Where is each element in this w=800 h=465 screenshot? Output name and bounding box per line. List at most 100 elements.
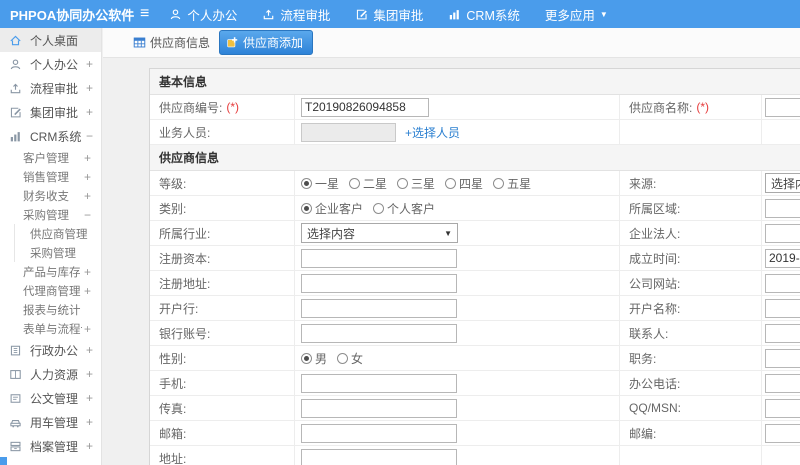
sidebar-item-6[interactable]: 人力资源 + xyxy=(0,362,101,386)
sidebar-item-2[interactable]: 流程审批 + xyxy=(0,76,101,100)
expand-toggle[interactable]: + xyxy=(84,81,93,95)
sidebar-subitem-4-0[interactable]: 客户管理 + xyxy=(0,148,101,167)
expand-toggle[interactable]: + xyxy=(82,151,91,165)
nav-item-edit[interactable]: 集团审批 xyxy=(355,5,423,24)
field-input-left-1-9[interactable] xyxy=(301,398,457,418)
field-label: 办公电话: xyxy=(620,371,762,395)
expand-toggle[interactable]: + xyxy=(84,415,93,429)
form-row: 注册地址: 公司网站: xyxy=(150,271,800,296)
field-label-text: 类别: xyxy=(159,201,187,216)
top-bar: PHPOA协同办公软件 ≡ 个人办公 流程审批 集团审批 CRM系统 更多应用 ▼ xyxy=(0,0,800,28)
radio-option[interactable]: 五星 xyxy=(493,175,531,192)
expand-toggle[interactable]: + xyxy=(84,105,93,119)
expand-toggle[interactable]: + xyxy=(82,265,91,279)
nav-item-more[interactable]: 更多应用 ▼ xyxy=(545,5,608,24)
nav-item-label: 流程审批 xyxy=(280,8,331,23)
tab-1[interactable]: 供应商添加 xyxy=(219,30,314,55)
sidebar-subitem-4-7[interactable]: 表单与流程设置+ xyxy=(0,319,101,338)
radio-option[interactable]: 男 xyxy=(301,350,327,367)
field-input-left-1-5[interactable] xyxy=(301,298,457,318)
field-input-left-0-1[interactable] xyxy=(301,122,396,142)
sidebar-subitem-4-2[interactable]: 财务收支 + xyxy=(0,186,101,205)
sidebar-item-label: 行政办公 xyxy=(30,343,79,358)
sidebar-item-label: 人力资源 xyxy=(30,367,79,382)
field-input-right-1-8[interactable] xyxy=(765,373,800,393)
select-person-link[interactable]: +选择人员 xyxy=(405,124,460,141)
sidebar-item-3[interactable]: 集团审批 + xyxy=(0,100,101,124)
field-input-left-1-3[interactable] xyxy=(301,248,457,268)
sidebar-subitem-4-4[interactable]: 产品与库存 + xyxy=(0,262,101,281)
expand-toggle[interactable]: + xyxy=(84,439,93,453)
app-logo: PHPOA协同办公软件 xyxy=(10,7,135,23)
radio-label: 一星 xyxy=(315,176,340,191)
hamburger-menu-icon[interactable]: ≡ xyxy=(140,6,149,22)
expand-toggle[interactable]: + xyxy=(82,322,91,336)
form-row: 手机: 办公电话: xyxy=(150,371,800,396)
sidebar-item-4[interactable]: CRM系统 − xyxy=(0,124,101,148)
field-input-right-1-9[interactable] xyxy=(765,398,800,418)
car-icon xyxy=(9,416,23,429)
field-label: 类别: xyxy=(150,196,295,220)
expand-toggle[interactable]: + xyxy=(84,367,93,381)
field-input-left-0-0[interactable] xyxy=(301,97,429,117)
field-input-left-1-8[interactable] xyxy=(301,373,457,393)
sidebar-item-5[interactable]: 行政办公 + xyxy=(0,338,101,362)
sidebar-subitem-4-3[interactable]: 采购管理 − xyxy=(0,205,101,224)
nav-item-chart[interactable]: CRM系统 xyxy=(448,5,520,24)
tab-0[interactable]: 供应商信息 xyxy=(133,34,210,51)
field-input-right-1-5[interactable] xyxy=(765,298,800,318)
expand-toggle[interactable]: + xyxy=(82,284,91,298)
building-icon xyxy=(9,344,23,357)
expand-toggle[interactable]: − xyxy=(84,129,93,143)
radio-dot xyxy=(493,177,505,189)
radio-option[interactable]: 一星 xyxy=(301,175,339,192)
field-input-right-1-7[interactable] xyxy=(765,348,800,368)
sidebar-item-label: 财务收支 xyxy=(23,190,69,203)
field-input-right-0-0[interactable] xyxy=(765,97,800,117)
nav-item-user[interactable]: 个人办公 xyxy=(169,5,237,24)
expand-toggle[interactable]: + xyxy=(82,189,91,203)
radio-option[interactable]: 企业客户 xyxy=(301,200,363,217)
field-input-left-1-11[interactable] xyxy=(301,448,457,465)
sidebar-item-9[interactable]: 档案管理 + xyxy=(0,434,101,458)
field-label-text: 办公电话: xyxy=(629,376,681,391)
select-value: 选择内容 xyxy=(307,226,356,241)
sidebar-subsubitem-3-0[interactable]: 供应商管理 xyxy=(15,224,101,243)
field-input-left-1-10[interactable] xyxy=(301,423,457,443)
field-label-text: 公司网站: xyxy=(629,276,681,291)
field-input-right-1-2[interactable] xyxy=(765,223,800,243)
field-input-right-1-1[interactable] xyxy=(765,198,800,218)
field-input-left-1-4[interactable] xyxy=(301,273,457,293)
expand-toggle[interactable]: − xyxy=(82,208,91,222)
select-right-1-0[interactable]: 选择内容▼ xyxy=(765,173,800,193)
radio-option[interactable]: 女 xyxy=(337,350,363,367)
field-input-right-1-3[interactable] xyxy=(765,248,800,268)
sidebar-subsubitem-3-1[interactable]: 采购管理 xyxy=(15,243,101,262)
nav-item-upload[interactable]: 流程审批 xyxy=(262,5,330,24)
field-input-left-1-6[interactable] xyxy=(301,323,457,343)
sidebar-subitem-4-1[interactable]: 销售管理 + xyxy=(0,167,101,186)
edit-icon xyxy=(355,8,368,21)
radio-option[interactable]: 三星 xyxy=(397,175,435,192)
expand-toggle[interactable]: + xyxy=(82,170,91,184)
sidebar-item-8[interactable]: 用车管理 + xyxy=(0,410,101,434)
select-left-1-2[interactable]: 选择内容 ▼ xyxy=(301,223,458,243)
radio-option[interactable]: 个人客户 xyxy=(373,200,435,217)
expand-toggle[interactable]: + xyxy=(84,391,93,405)
radio-option[interactable]: 四星 xyxy=(445,175,483,192)
sidebar-item-label: 代理商管理 xyxy=(23,285,81,298)
sidebar-item-0[interactable]: 个人桌面 xyxy=(0,28,101,52)
sidebar-subitem-4-6[interactable]: 报表与统计 xyxy=(0,300,101,319)
field-input-right-1-4[interactable] xyxy=(765,273,800,293)
expand-toggle[interactable]: + xyxy=(84,343,93,357)
expand-toggle[interactable]: + xyxy=(84,57,93,71)
field-input-right-1-10[interactable] xyxy=(765,423,800,443)
field-label-text: 邮箱: xyxy=(159,426,187,441)
tab-label: 供应商添加 xyxy=(243,36,304,50)
sidebar-item-7[interactable]: 公文管理 + xyxy=(0,386,101,410)
section-header: 供应商信息 xyxy=(150,145,800,171)
sidebar-subitem-4-5[interactable]: 代理商管理 + xyxy=(0,281,101,300)
sidebar-item-1[interactable]: 个人办公 + xyxy=(0,52,101,76)
radio-option[interactable]: 二星 xyxy=(349,175,387,192)
field-input-right-1-6[interactable] xyxy=(765,323,800,343)
